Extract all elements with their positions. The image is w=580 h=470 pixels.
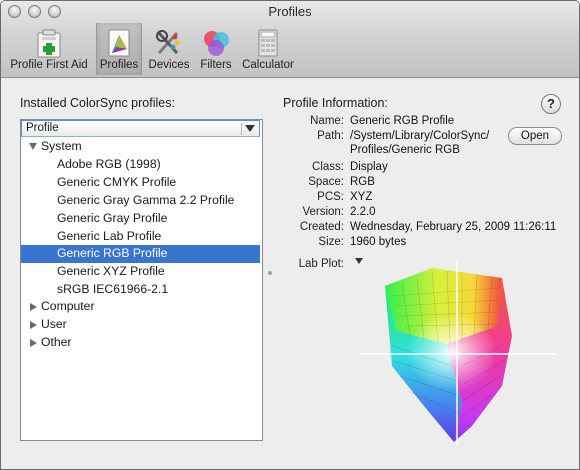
profiles-icon: [108, 29, 130, 57]
open-button[interactable]: Open: [508, 127, 562, 145]
tree-item-srgb[interactable]: sRGB IEC61966-2.1: [21, 281, 260, 299]
name-label: Name:: [310, 115, 344, 127]
class-value: Display: [350, 161, 388, 173]
toolbar-profiles[interactable]: Profiles: [96, 23, 142, 75]
disclosure-triangle-closed-icon[interactable]: [30, 303, 37, 311]
gamut-solid: [385, 268, 512, 442]
devices-tools-icon: [156, 30, 180, 55]
created-value: Wednesday, February 25, 2009 11:26:11: [350, 221, 557, 233]
class-label: Class:: [312, 161, 344, 173]
tree-item-label: Adobe RGB (1998): [57, 157, 161, 171]
filters-color-circles-icon: [204, 31, 229, 56]
pcs-label: PCS:: [317, 191, 344, 203]
size-value: 1960 bytes: [350, 236, 407, 248]
space-value: RGB: [350, 176, 375, 188]
tree-item-label: sRGB IEC61966-2.1: [57, 282, 169, 296]
lab-plot-label: Lab Plot:: [298, 258, 344, 270]
created-label: Created:: [299, 221, 344, 233]
tree-item-label: Generic Gray Profile: [57, 211, 168, 225]
toolbar-devices[interactable]: Devices: [144, 23, 194, 75]
toolbar-filters[interactable]: Filters: [196, 23, 236, 75]
tree-group-other[interactable]: Other: [21, 334, 260, 352]
path-value-line2: Profiles/Generic RGB: [350, 144, 460, 156]
help-button[interactable]: ?: [541, 94, 561, 114]
toolbar-label: Profiles: [99, 59, 139, 71]
toolbar-profile-first-aid[interactable]: Profile First Aid: [5, 23, 93, 75]
tree-item-label: Generic Lab Profile: [57, 229, 162, 243]
tree-item-label: Other: [41, 335, 72, 349]
space-label: Space:: [308, 176, 344, 188]
first-aid-kit-icon: [37, 29, 61, 58]
tree-item-label: Generic Gray Gamma 2.2 Profile: [57, 193, 235, 207]
lab-plot-menu-arrow-icon[interactable]: [355, 258, 363, 264]
tree-item-label: Generic RGB Profile: [57, 246, 168, 260]
path-value-line1: /System/Library/ColorSync/: [350, 130, 490, 142]
split-view-handle[interactable]: [268, 271, 272, 275]
path-label: Path:: [317, 130, 344, 142]
tree-item-label: Generic CMYK Profile: [57, 175, 177, 189]
calculator-icon: [258, 29, 278, 57]
tree-group-user[interactable]: User: [21, 316, 260, 334]
tree-item-label: System: [41, 139, 82, 153]
lab-plot-view[interactable]: [352, 256, 565, 452]
pcs-value: XYZ: [350, 191, 373, 203]
window-chrome: Profiles Profile First Aid Profiles Devi…: [1, 1, 579, 78]
profiles-window: Profiles Profile First Aid Profiles Devi…: [0, 0, 580, 470]
window-title: Profiles: [268, 4, 312, 19]
tree-group-computer[interactable]: Computer: [21, 298, 260, 316]
disclosure-triangle-closed-icon[interactable]: [30, 321, 37, 329]
toolbar-calculator[interactable]: Calculator: [239, 23, 297, 75]
column-header-label: Profile: [26, 122, 59, 134]
toolbar-label: Devices: [148, 59, 190, 71]
installed-profiles-heading: Installed ColorSync profiles:: [20, 96, 175, 110]
toolbar-label: Filters: [200, 59, 232, 71]
toolbar-label: Profile First Aid: [10, 59, 88, 71]
name-value: Generic RGB Profile: [350, 115, 455, 127]
version-label: Version:: [302, 206, 344, 218]
lab-gamut-plot[interactable]: [352, 256, 565, 452]
tree-item-label: Computer: [41, 299, 95, 313]
disclosure-triangle-closed-icon[interactable]: [30, 339, 37, 347]
tree-item-label: Generic XYZ Profile: [57, 264, 165, 278]
profile-information-heading: Profile Information:: [283, 96, 388, 110]
size-label: Size:: [318, 236, 344, 248]
disclosure-triangle-open-icon[interactable]: [29, 143, 37, 150]
tree-item-label: User: [41, 317, 67, 331]
toolbar-label: Calculator: [242, 59, 294, 71]
version-value: 2.2.0: [350, 206, 376, 218]
